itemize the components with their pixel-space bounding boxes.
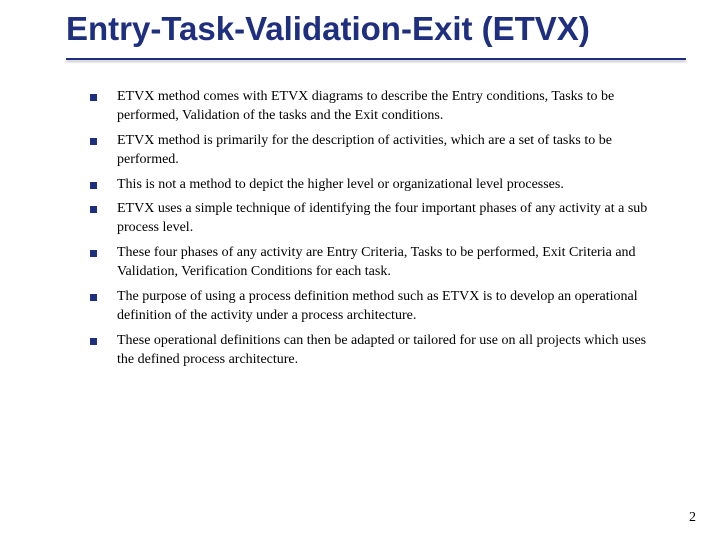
square-bullet-icon <box>90 138 97 145</box>
list-item-text: ETVX method comes with ETVX diagrams to … <box>117 88 650 126</box>
slide: Entry-Task-Validation-Exit (ETVX) ETVX m… <box>0 10 720 540</box>
list-item-text: These four phases of any activity are En… <box>117 244 650 282</box>
list-item-text: These operational definitions can then b… <box>117 332 650 370</box>
list-item: ETVX method comes with ETVX diagrams to … <box>90 88 650 126</box>
list-item: ETVX method is primarily for the descrip… <box>90 132 650 170</box>
list-item: This is not a method to depict the highe… <box>90 176 650 195</box>
list-item-text: This is not a method to depict the highe… <box>117 176 564 195</box>
list-item: The purpose of using a process definitio… <box>90 288 650 326</box>
square-bullet-icon <box>90 294 97 301</box>
square-bullet-icon <box>90 94 97 101</box>
list-item-text: ETVX method is primarily for the descrip… <box>117 132 650 170</box>
list-item: These four phases of any activity are En… <box>90 244 650 282</box>
list-item: ETVX uses a simple technique of identify… <box>90 200 650 238</box>
square-bullet-icon <box>90 206 97 213</box>
list-item: These operational definitions can then b… <box>90 332 650 370</box>
square-bullet-icon <box>90 182 97 189</box>
bullet-list: ETVX method comes with ETVX diagrams to … <box>90 88 650 370</box>
square-bullet-icon <box>90 338 97 345</box>
page-number: 2 <box>689 510 696 526</box>
square-bullet-icon <box>90 250 97 257</box>
list-item-text: ETVX uses a simple technique of identify… <box>117 200 650 238</box>
list-item-text: The purpose of using a process definitio… <box>117 288 650 326</box>
slide-title: Entry-Task-Validation-Exit (ETVX) <box>66 10 686 48</box>
title-underline <box>66 58 686 60</box>
